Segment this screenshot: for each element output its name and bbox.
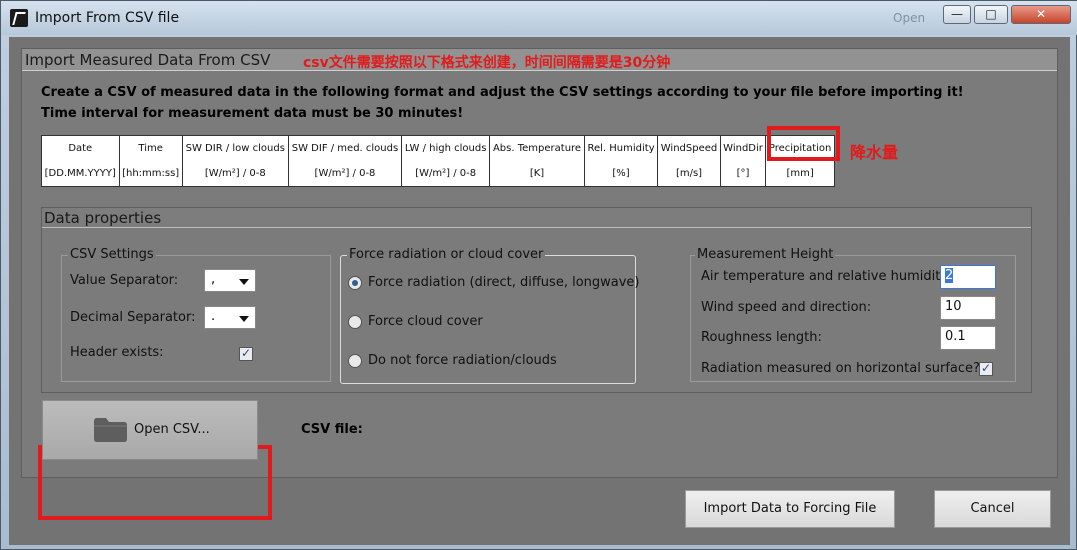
unit-abs-temp: [K]: [489, 161, 585, 187]
cancel-button[interactable]: Cancel: [934, 490, 1051, 528]
import-panel: Import Measured Data From CSV csv文件需要按照以…: [21, 48, 1058, 520]
value-separator-label: Value Separator:: [70, 273, 179, 288]
roughness-length-label: Roughness length:: [701, 330, 822, 345]
close-button[interactable]: ✕: [1011, 5, 1071, 24]
csv-settings-group: CSV Settings Value Separator: , Decimal …: [61, 247, 331, 382]
unit-sw-dif: [W/m²] / 0-8: [287, 161, 403, 187]
data-properties-title: Data properties: [44, 209, 162, 227]
client-area: Import Measured Data From CSV csv文件需要按照以…: [9, 37, 1070, 545]
chevron-down-icon: [239, 279, 249, 285]
import-data-button[interactable]: Import Data to Forcing File: [685, 490, 895, 528]
radio-force-cloud-cover[interactable]: [348, 315, 362, 329]
data-properties-header: Data properties: [42, 208, 1031, 228]
chinese-annotation-precipitation: 降水量: [850, 143, 899, 162]
unit-lw: [W/m²] / 0-8: [401, 161, 491, 187]
unit-time: [hh:mm:ss]: [118, 161, 183, 187]
col-sw-dif: SW DIF / med. clouds: [287, 135, 403, 161]
value-separator-value: ,: [211, 272, 216, 287]
col-sw-dir: SW DIR / low clouds: [181, 135, 289, 161]
title-bar[interactable]: Import From CSV file Open — □ ✕: [1, 1, 1077, 35]
roughness-length-input[interactable]: 0.1: [940, 326, 996, 350]
csv-settings-title: CSV Settings: [68, 247, 156, 262]
folder-icon: [94, 418, 127, 442]
measurement-height-title: Measurement Height: [695, 247, 836, 262]
force-radiation-group: Force radiation or cloud cover Force rad…: [340, 247, 640, 384]
data-properties-panel: Data properties CSV Settings Value Separ…: [41, 207, 1032, 393]
csv-file-label: CSV file:: [301, 422, 363, 437]
maximize-button[interactable]: □: [974, 5, 1008, 24]
col-date: Date: [41, 135, 120, 161]
col-lw: LW / high clouds: [401, 135, 491, 161]
import-panel-header: Import Measured Data From CSV csv文件需要按照以…: [22, 49, 1057, 71]
open-csv-label: Open CSV...: [134, 422, 210, 437]
interval-instruction-text: Time interval for measurement data must …: [41, 106, 464, 121]
unit-rel-humidity: [%]: [583, 161, 659, 187]
air-temp-height-value: 2: [945, 268, 954, 283]
col-rel-humidity: Rel. Humidity: [583, 135, 659, 161]
col-time: Time: [118, 135, 183, 161]
chevron-down-icon: [239, 316, 249, 322]
format-unit-row: [DD.MM.YYYY] [hh:mm:ss] [W/m²] / 0-8 [W/…: [41, 161, 835, 187]
unit-wind-dir: [°]: [719, 161, 767, 187]
air-temp-humidity-label: Air temperature and relative humidity:: [701, 269, 952, 284]
wind-height-input[interactable]: 10: [940, 296, 996, 320]
radio-force-radiation[interactable]: [348, 276, 362, 290]
unit-precipitation: [mm]: [765, 161, 835, 187]
wind-speed-direction-label: Wind speed and direction:: [701, 300, 872, 315]
decimal-separator-select[interactable]: .: [204, 306, 256, 329]
open-csv-button[interactable]: Open CSV...: [42, 400, 258, 460]
app-icon: [10, 9, 28, 27]
col-wind-dir: WindDir: [719, 135, 767, 161]
decimal-separator-value: .: [211, 309, 216, 324]
header-exists-label: Header exists:: [70, 345, 164, 360]
force-radiation-title: Force radiation or cloud cover: [347, 247, 546, 262]
import-csv-window: Import From CSV file Open — □ ✕ Import M…: [0, 0, 1077, 550]
air-temp-height-input[interactable]: 2: [940, 265, 996, 289]
import-panel-title: Import Measured Data From CSV: [25, 51, 271, 69]
background-window-text: Open: [893, 11, 926, 25]
header-exists-checkbox[interactable]: [239, 346, 253, 361]
radiation-horizontal-label: Radiation measured on horizontal surface…: [701, 361, 980, 376]
col-abs-temp: Abs. Temperature: [489, 135, 585, 161]
radio-do-not-force[interactable]: [348, 354, 362, 368]
col-wind-speed: WindSpeed: [657, 135, 721, 161]
value-separator-select[interactable]: ,: [204, 269, 256, 292]
force-cloud-cover-label[interactable]: Force cloud cover: [368, 314, 483, 329]
precipitation-highlight-box: [767, 126, 840, 161]
force-radiation-label[interactable]: Force radiation (direct, diffuse, longwa…: [368, 275, 640, 290]
format-header-row: Date Time SW DIR / low clouds SW DIF / m…: [41, 135, 835, 161]
window-title: Import From CSV file: [35, 10, 180, 26]
unit-date: [DD.MM.YYYY]: [41, 161, 120, 187]
do-not-force-label[interactable]: Do not force radiation/clouds: [368, 353, 557, 368]
unit-wind-speed: [m/s]: [657, 161, 721, 187]
decimal-separator-label: Decimal Separator:: [70, 310, 196, 325]
unit-sw-dir: [W/m²] / 0-8: [181, 161, 289, 187]
measurement-height-group: Measurement Height Air temperature and r…: [690, 247, 1016, 382]
radiation-horizontal-checkbox[interactable]: [979, 361, 993, 376]
minimize-button[interactable]: —: [943, 5, 971, 24]
csv-format-table: Date Time SW DIR / low clouds SW DIF / m…: [41, 135, 835, 187]
chinese-annotation-format: csv文件需要按照以下格式来创建，时间间隔需要是30分钟: [303, 55, 671, 71]
instruction-text: Create a CSV of measured data in the fol…: [41, 85, 964, 100]
